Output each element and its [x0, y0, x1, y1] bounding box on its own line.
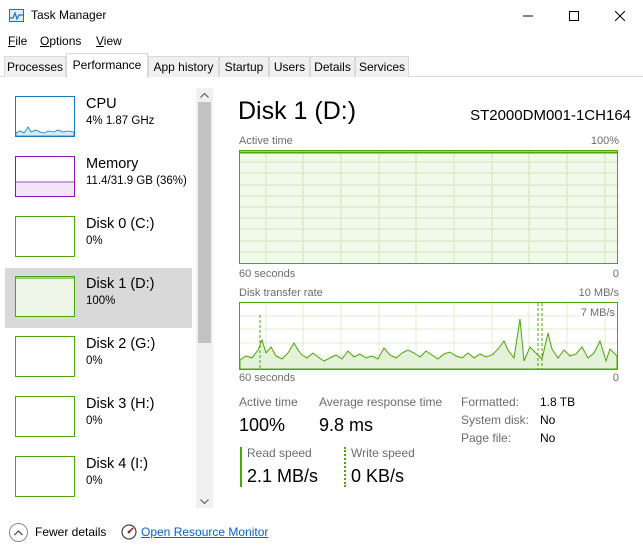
transfer-graph-min: 0: [612, 372, 619, 384]
sidebar-item-sub: 0%: [86, 355, 103, 367]
disk0-thumbnail-graph: [15, 216, 75, 257]
performance-sidebar: CPU 4% 1.87 GHz Memory 11.4/31.9 GB (36%…: [0, 78, 213, 510]
active-time-graph-min: 0: [612, 268, 619, 280]
formatted-value: 1.8 TB: [540, 395, 576, 409]
page-title: Disk 1 (D:): [238, 97, 357, 125]
page-file-key: Page file:: [461, 431, 512, 445]
read-speed-indicator: [240, 447, 242, 487]
active-time-value: 100%: [239, 415, 286, 435]
sidebar-item-name: Disk 4 (I:): [86, 456, 149, 472]
window-title: Task Manager: [31, 8, 107, 22]
tab-services[interactable]: Services: [355, 56, 409, 77]
avg-response-value: 9.8 ms: [319, 415, 374, 435]
disk-model: ST2000DM001-1CH164: [470, 107, 631, 124]
sidebar-item-name: Disk 3 (H:): [86, 396, 155, 412]
sidebar-item-sub: 0%: [86, 475, 103, 487]
task-manager-icon: [9, 9, 24, 22]
menu-file[interactable]: File: [8, 34, 27, 48]
title-bar[interactable]: Task Manager: [0, 0, 643, 31]
transfer-graph-max: 10 MB/s: [578, 287, 619, 299]
transfer-graph-label: Disk transfer rate: [239, 287, 323, 299]
scroll-up-button[interactable]: [196, 88, 213, 102]
active-time-graph-xlabel: 60 seconds: [239, 268, 296, 280]
sidebar-item-disk3[interactable]: Disk 3 (H:) 0%: [5, 388, 192, 448]
tab-startup[interactable]: Startup: [219, 56, 269, 77]
write-speed-label: Write speed: [351, 446, 415, 460]
active-time-graph-svg: [240, 151, 617, 263]
disk3-thumbnail-graph: [15, 396, 75, 437]
write-speed-value: 0 KB/s: [351, 466, 405, 486]
menu-options[interactable]: Options: [40, 34, 81, 48]
disk-detail-panel: Disk 1 (D:) ST2000DM001-1CH164 Active ti…: [213, 78, 643, 510]
sidebar-item-sub: 0%: [86, 235, 103, 247]
maximize-icon: [569, 10, 579, 21]
disk1-thumbnail-graph: [15, 276, 75, 317]
sidebar-item-name: CPU: [86, 96, 117, 112]
system-disk-value: No: [540, 413, 556, 427]
menu-file-label: File: [8, 34, 28, 48]
sidebar-item-sub: 11.4/31.9 GB (36%): [86, 175, 187, 187]
avg-response-label: Average response time: [319, 395, 443, 409]
chevron-up-icon: [200, 92, 209, 98]
tab-details[interactable]: Details: [310, 56, 355, 77]
read-speed-value: 2.1 MB/s: [247, 466, 319, 486]
sidebar-item-name: Disk 0 (C:): [86, 216, 155, 232]
minimize-button[interactable]: [505, 0, 551, 31]
tab-users[interactable]: Users: [269, 56, 310, 77]
formatted-key: Formatted:: [461, 395, 520, 409]
sidebar-item-sub: 4% 1.87 GHz: [86, 115, 155, 127]
footer: Fewer details Open Resource Monitor: [0, 517, 643, 557]
sidebar-item-name: Memory: [86, 156, 139, 172]
menu-options-label: Options: [40, 34, 82, 48]
tab-app-history[interactable]: App history: [148, 56, 219, 77]
sidebar-item-cpu[interactable]: CPU 4% 1.87 GHz: [5, 88, 192, 148]
sidebar-item-disk4[interactable]: Disk 4 (I:) 0%: [5, 448, 192, 508]
menu-bar: File Options View: [0, 31, 643, 51]
sidebar-item-memory[interactable]: Memory 11.4/31.9 GB (36%): [5, 148, 192, 208]
fewer-details-button[interactable]: Fewer details: [35, 525, 106, 539]
sidebar-item-name: Disk 2 (G:): [86, 336, 156, 352]
cpu-thumbnail-graph: [15, 96, 75, 137]
sidebar-item-sub: 0%: [86, 415, 103, 427]
page-file-value: No: [540, 431, 556, 445]
sidebar-item-disk1[interactable]: Disk 1 (D:) 100%: [5, 268, 192, 328]
chevron-up-circle-icon[interactable]: [9, 523, 28, 542]
active-time-label: Active time: [239, 395, 298, 409]
tab-performance[interactable]: Performance: [66, 53, 148, 78]
disk2-thumbnail-graph: [15, 336, 75, 377]
memory-thumbnail-graph: [15, 156, 75, 197]
write-speed-indicator: [344, 447, 346, 487]
menu-view-label: View: [96, 34, 122, 48]
active-time-graph: [239, 150, 618, 264]
minimize-icon: [523, 15, 533, 16]
read-speed-label: Read speed: [247, 446, 312, 460]
open-resource-monitor-link[interactable]: Open Resource Monitor: [141, 525, 268, 539]
transfer-graph-mid: 7 MB/s: [580, 307, 615, 319]
sidebar-item-name: Disk 1 (D:): [86, 276, 155, 292]
close-icon: [615, 10, 625, 21]
scroll-down-button[interactable]: [196, 494, 213, 508]
transfer-rate-graph-svg: [240, 303, 617, 369]
sidebar-scrollbar[interactable]: [196, 88, 213, 508]
active-time-graph-label: Active time: [239, 135, 293, 147]
chevron-down-icon: [200, 498, 209, 504]
transfer-graph-xlabel: 60 seconds: [239, 372, 296, 384]
tab-strip: Processes Performance App history Startu…: [0, 53, 643, 78]
sidebar-item-sub: 100%: [86, 295, 116, 307]
sidebar-item-disk0[interactable]: Disk 0 (C:) 0%: [5, 208, 192, 268]
active-time-graph-max: 100%: [590, 135, 619, 147]
system-disk-key: System disk:: [461, 413, 530, 427]
close-button[interactable]: [597, 0, 643, 31]
tab-processes[interactable]: Processes: [4, 56, 66, 77]
sidebar-item-disk2[interactable]: Disk 2 (G:) 0%: [5, 328, 192, 388]
menu-view[interactable]: View: [96, 34, 122, 48]
disk4-thumbnail-graph: [15, 456, 75, 497]
scroll-thumb[interactable]: [198, 102, 211, 343]
task-manager-window: Task Manager File Options View Processes…: [0, 0, 643, 557]
transfer-rate-graph: [239, 302, 618, 370]
resource-monitor-icon: [121, 524, 137, 540]
maximize-button[interactable]: [551, 0, 597, 31]
